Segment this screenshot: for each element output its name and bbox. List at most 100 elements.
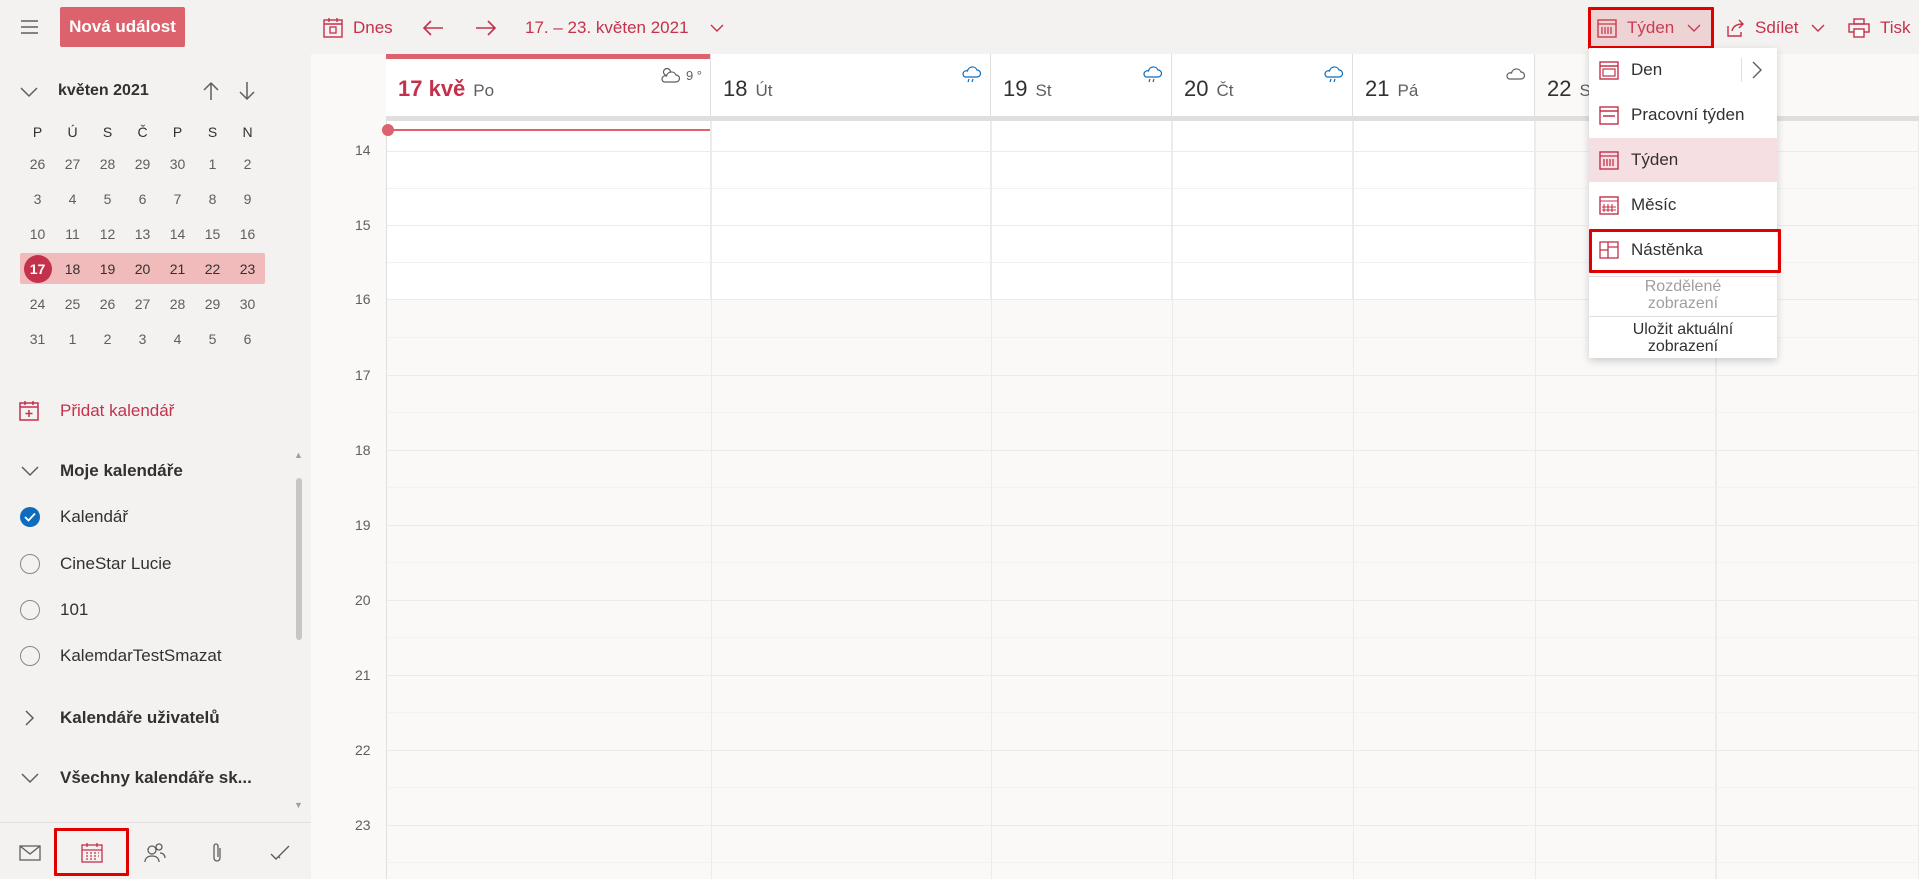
share-button[interactable]: Sdílet	[1725, 14, 1826, 42]
menu-item-work-week[interactable]: Pracovní týden	[1589, 93, 1777, 137]
add-calendar-link[interactable]: Přidat kalendář	[18, 397, 174, 425]
mini-calendar-day[interactable]: 18	[55, 261, 90, 277]
mini-calendar-day[interactable]: 27	[125, 296, 160, 312]
unchecked-circle-icon[interactable]	[20, 646, 40, 666]
weather-forecast[interactable]	[1141, 66, 1163, 84]
mini-calendar-day[interactable]: 22	[195, 261, 230, 277]
mini-calendar-day[interactable]: 2	[230, 156, 265, 172]
rain-cloud-icon	[1143, 66, 1163, 83]
weather-forecast[interactable]	[960, 66, 982, 84]
today-button[interactable]: Dnes	[323, 14, 393, 42]
mini-calendar-day[interactable]: 7	[160, 191, 195, 207]
mini-calendar-day[interactable]: 6	[125, 191, 160, 207]
mini-calendar-day[interactable]: 20	[125, 261, 160, 277]
mini-calendar-day[interactable]: 26	[20, 156, 55, 172]
checked-circle-icon[interactable]	[20, 507, 40, 527]
highlight-frame-view-switcher	[1588, 7, 1714, 49]
weather-forecast[interactable]	[1504, 66, 1526, 82]
all-calendars-group[interactable]: Všechny kalendáře sk...	[20, 764, 252, 792]
mini-calendar-day[interactable]: 12	[90, 226, 125, 242]
mini-calendar-day[interactable]: 5	[195, 331, 230, 347]
mini-calendar-day[interactable]: 30	[160, 156, 195, 172]
mini-calendar-day[interactable]: 29	[125, 156, 160, 172]
mini-calendar-day[interactable]: 1	[55, 331, 90, 347]
scrollbar-thumb[interactable]	[296, 478, 302, 640]
calendar-item-kalendar[interactable]: Kalendář	[20, 503, 128, 531]
day-header-today[interactable]: 17 kvě Po 9 °	[386, 54, 711, 118]
chevron-right-icon[interactable]	[1751, 60, 1763, 80]
work-week-icon	[1599, 106, 1619, 125]
mini-calendar-day[interactable]: 27	[55, 156, 90, 172]
mini-calendar-day[interactable]: 3	[20, 191, 55, 207]
user-calendars-group[interactable]: Kalendáře uživatelů	[20, 704, 220, 732]
mini-calendar-day[interactable]: 6	[230, 331, 265, 347]
unchecked-circle-icon[interactable]	[20, 600, 40, 620]
menu-item-day[interactable]: Den	[1589, 48, 1777, 92]
mini-calendar-day[interactable]: 29	[195, 296, 230, 312]
mini-calendar-day[interactable]: 4	[160, 331, 195, 347]
mini-calendar-day[interactable]: 31	[20, 331, 55, 347]
mini-calendar-day[interactable]: 30	[230, 296, 265, 312]
day-header[interactable]: 20 Čt	[1172, 54, 1353, 118]
chevron-down-icon[interactable]	[18, 84, 40, 100]
new-event-button[interactable]: Nová událost	[60, 7, 185, 47]
mini-calendar-today[interactable]: 17	[20, 254, 55, 283]
day-header[interactable]: 18 Út	[711, 54, 991, 118]
mini-calendar-day[interactable]: 28	[90, 156, 125, 172]
mini-calendar-day[interactable]: 10	[20, 226, 55, 242]
mini-calendar-day[interactable]: 3	[125, 331, 160, 347]
mini-calendar-day[interactable]: 13	[125, 226, 160, 242]
sidebar-scrollbar[interactable]: ▲ ▼	[294, 450, 303, 810]
calendar-item-cinestar[interactable]: CineStar Lucie	[20, 550, 172, 578]
highlight-frame-calendar-nav	[54, 828, 129, 876]
day-header[interactable]: 21 Pá	[1353, 54, 1535, 118]
mini-calendar-day[interactable]: 8	[195, 191, 230, 207]
mini-calendar-day[interactable]: 4	[55, 191, 90, 207]
weather-forecast[interactable]	[1322, 66, 1344, 84]
people-icon[interactable]	[137, 835, 173, 871]
save-view-option[interactable]: Uložit aktuální zobrazení	[1589, 321, 1777, 355]
attachment-icon[interactable]	[199, 835, 235, 871]
date-range-picker[interactable]: 17. – 23. květen 2021	[525, 14, 725, 42]
mini-calendar-day[interactable]: 23	[230, 261, 265, 277]
mini-calendar-day[interactable]: 21	[160, 261, 195, 277]
scroll-down-arrow-icon[interactable]: ▼	[294, 800, 303, 810]
mini-calendar-day[interactable]: 9	[230, 191, 265, 207]
sidebar-top: Nová událost	[0, 0, 311, 54]
mini-calendar-day[interactable]: 11	[55, 226, 90, 242]
menu-item-month[interactable]: Měsíc	[1589, 183, 1777, 227]
weather-forecast[interactable]: 9 °	[658, 66, 702, 84]
hour-label: 22	[355, 742, 371, 758]
next-week-button[interactable]	[474, 14, 498, 42]
mail-icon[interactable]	[12, 835, 48, 871]
bottom-app-nav	[0, 822, 311, 879]
mini-calendar-day[interactable]: 26	[90, 296, 125, 312]
mini-calendar-day[interactable]: 25	[55, 296, 90, 312]
calendar-item-101[interactable]: 101	[20, 596, 88, 624]
unchecked-circle-icon[interactable]	[20, 554, 40, 574]
todo-check-icon[interactable]	[262, 835, 298, 871]
day-header[interactable]: 19 St	[991, 54, 1172, 118]
print-button[interactable]: Tisk	[1848, 14, 1911, 42]
scroll-up-arrow-icon[interactable]: ▲	[294, 450, 303, 460]
mini-calendar-day[interactable]: 19	[90, 261, 125, 277]
mini-calendar-day[interactable]: 15	[195, 226, 230, 242]
arrow-down-icon[interactable]	[236, 80, 258, 102]
previous-week-button[interactable]	[421, 14, 445, 42]
my-calendars-group[interactable]: Moje kalendáře	[20, 457, 183, 485]
day-number: 22 S	[1547, 76, 1591, 102]
mini-calendar-day[interactable]: 14	[160, 226, 195, 242]
mini-calendar-day[interactable]: 1	[195, 156, 230, 172]
menu-item-week[interactable]: Týden	[1589, 138, 1777, 182]
mini-calendar-day[interactable]: 16	[230, 226, 265, 242]
mini-calendar-day[interactable]: 24	[20, 296, 55, 312]
day-number: 21 Pá	[1365, 76, 1418, 102]
mini-calendar-day[interactable]: 5	[90, 191, 125, 207]
calendar-item-testsmazat[interactable]: KalemdarTestSmazat	[20, 642, 222, 670]
mini-calendar-day[interactable]: 28	[160, 296, 195, 312]
arrow-up-icon[interactable]	[200, 80, 222, 102]
mini-calendar-month-title[interactable]: květen 2021	[58, 82, 149, 100]
mini-calendar-day[interactable]: 2	[90, 331, 125, 347]
arrow-right-icon	[476, 20, 497, 36]
hamburger-menu-icon[interactable]	[18, 17, 42, 37]
